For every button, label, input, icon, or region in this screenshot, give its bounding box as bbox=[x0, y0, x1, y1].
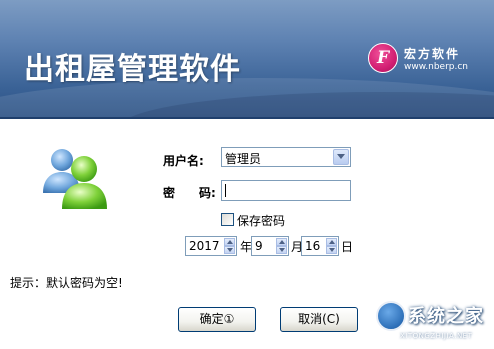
spin-up-icon[interactable] bbox=[326, 238, 337, 246]
day-spinner[interactable]: 16 bbox=[301, 236, 339, 256]
year-value: 2017 bbox=[189, 239, 220, 253]
day-unit: 日 bbox=[341, 240, 354, 254]
text-caret bbox=[225, 184, 226, 197]
password-field[interactable] bbox=[221, 180, 351, 201]
spin-up-icon[interactable] bbox=[224, 238, 235, 246]
spin-down-icon[interactable] bbox=[276, 246, 287, 254]
brand-name: 宏方软件 bbox=[404, 47, 461, 61]
remember-password-checkbox[interactable] bbox=[221, 213, 234, 226]
password-label: 密 码: bbox=[163, 184, 216, 201]
ok-button[interactable]: 确定① bbox=[178, 307, 256, 332]
header-banner: 出租屋管理软件 F 宏方软件 www.nberp.cn bbox=[0, 0, 494, 117]
username-value: 管理员 bbox=[225, 152, 262, 166]
spin-down-icon[interactable] bbox=[224, 246, 235, 254]
month-value: 9 bbox=[255, 239, 263, 253]
users-icon bbox=[43, 149, 107, 209]
watermark-logo-icon bbox=[376, 301, 406, 331]
remember-password-label[interactable]: 保存密码 bbox=[237, 212, 285, 229]
spin-down-icon[interactable] bbox=[326, 246, 337, 254]
watermark: 系统之家 XITONGZHIJIA.NET bbox=[376, 293, 494, 349]
hint-text: 提示：默认密码为空! bbox=[10, 276, 123, 290]
password-label-2: 码: bbox=[199, 186, 216, 200]
username-label: 用户名: bbox=[163, 154, 204, 168]
watermark-text: 系统之家 bbox=[408, 306, 484, 327]
cancel-button[interactable]: 取消(C) bbox=[280, 307, 358, 332]
month-spinner[interactable]: 9 bbox=[251, 236, 289, 256]
brand-logo-icon: F bbox=[368, 43, 398, 73]
watermark-subtext: XITONGZHIJIA.NET bbox=[400, 332, 473, 340]
brand-url: www.nberp.cn bbox=[404, 62, 468, 72]
banner-divider bbox=[0, 117, 494, 119]
password-label-1: 密 bbox=[163, 186, 176, 200]
spin-up-icon[interactable] bbox=[276, 238, 287, 246]
day-value: 16 bbox=[305, 239, 321, 253]
app-title: 出租屋管理软件 bbox=[24, 52, 241, 87]
dropdown-arrow-icon[interactable] bbox=[333, 149, 349, 165]
username-select[interactable]: 管理员 bbox=[221, 147, 351, 167]
year-spinner[interactable]: 2017 bbox=[185, 236, 237, 256]
